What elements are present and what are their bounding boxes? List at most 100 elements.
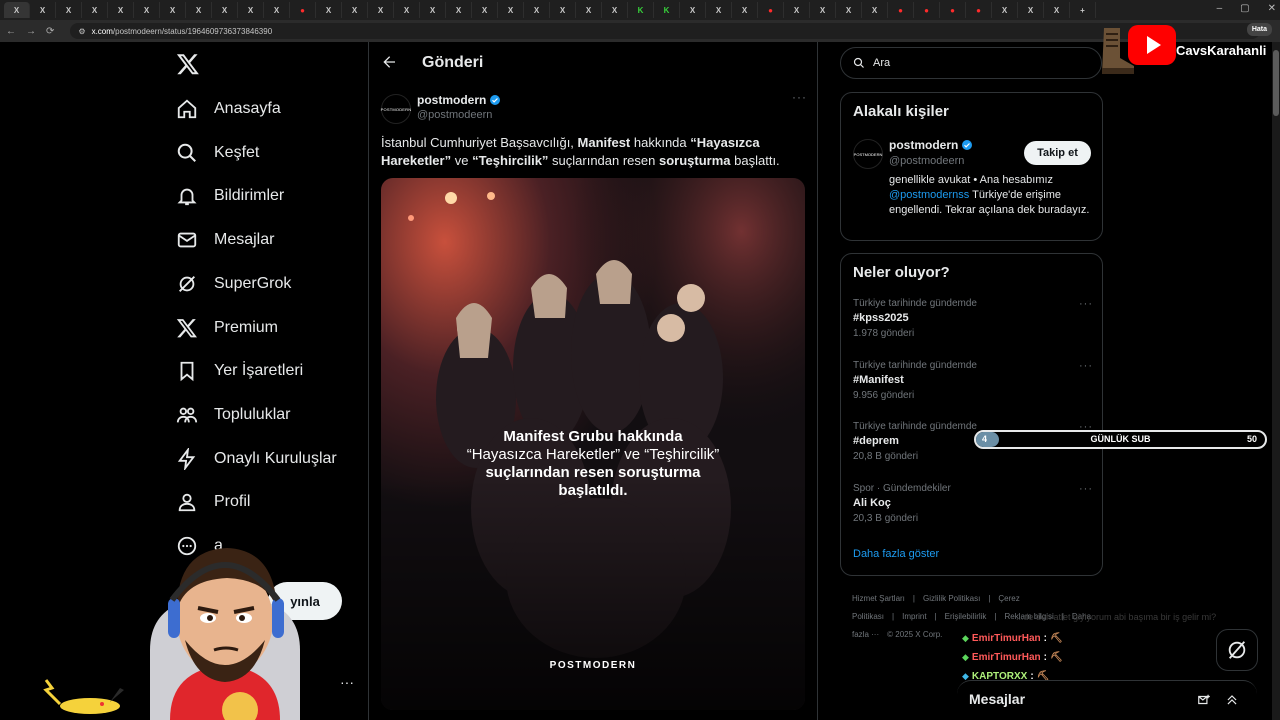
browser-tab[interactable]: K (628, 2, 654, 18)
maximize-icon[interactable]: ▢ (1240, 3, 1249, 14)
nav-item[interactable]: Anasayfa (176, 94, 281, 124)
messages-drawer[interactable]: Mesajlar (957, 680, 1257, 720)
browser-tab[interactable]: X (1018, 2, 1044, 18)
browser-tab[interactable]: ● (290, 2, 316, 18)
browser-tab[interactable]: X (524, 2, 550, 18)
related-handle[interactable]: @postmodeern (889, 155, 964, 167)
browser-tab[interactable]: X (394, 2, 420, 18)
browser-tab[interactable]: X (498, 2, 524, 18)
browser-tab[interactable]: X (108, 2, 134, 18)
minimize-icon[interactable]: – (1217, 3, 1223, 14)
browser-tab[interactable]: ● (758, 2, 784, 18)
trends-title: Neler oluyor? (853, 264, 950, 281)
browser-tab[interactable]: X (992, 2, 1018, 18)
window-controls[interactable]: – ▢ ✕ (1217, 3, 1276, 14)
browser-tab[interactable]: X (784, 2, 810, 18)
browser-tab[interactable]: X (316, 2, 342, 18)
post-image[interactable]: Manifest Grubu hakkında “Hayasızca Harek… (381, 178, 805, 710)
browser-tab[interactable]: K (654, 2, 680, 18)
search-input[interactable]: Ara (840, 47, 1102, 79)
browser-tab[interactable]: X (82, 2, 108, 18)
browser-tab[interactable]: ● (966, 2, 992, 18)
trend-item[interactable]: Türkiye tarihinde gündemde #Manifest 9.956… (853, 360, 1093, 401)
nav-item[interactable]: Onaylı Kuruluşlar (176, 444, 337, 474)
page-scrollbar[interactable] (1272, 42, 1280, 720)
browser-tab[interactable]: + (1070, 2, 1096, 18)
nav-item[interactable]: Mesajlar (176, 225, 274, 255)
browser-tab[interactable]: X (836, 2, 862, 18)
footer-link[interactable]: Imprint (902, 612, 926, 621)
trend-more-icon[interactable]: ··· (1079, 483, 1093, 495)
related-avatar[interactable]: POSTMODERN (853, 139, 883, 169)
browser-tab[interactable]: X (810, 2, 836, 18)
error-badge[interactable]: Hata (1246, 23, 1272, 36)
post-more-icon[interactable]: ··· (792, 90, 807, 104)
follow-button[interactable]: Takip et (1024, 141, 1091, 165)
close-icon[interactable]: ✕ (1268, 3, 1276, 14)
browser-tab[interactable]: X (680, 2, 706, 18)
footer-link[interactable]: Gizlilik Politikası (923, 594, 980, 603)
x-favicon-icon: X (91, 5, 98, 15)
browser-tab[interactable]: X (706, 2, 732, 18)
trend-more-icon[interactable]: ··· (1079, 360, 1093, 372)
browser-tab[interactable]: X (56, 2, 82, 18)
mention-link[interactable]: @postmodernss (889, 189, 969, 201)
browser-tab[interactable]: X (1044, 2, 1070, 18)
browser-tab[interactable]: X (30, 2, 56, 18)
browser-tab[interactable]: ● (940, 2, 966, 18)
browser-tab[interactable]: X (550, 2, 576, 18)
footer-link[interactable]: © 2025 X Corp. (887, 630, 942, 639)
nav-item[interactable]: Topluluklar (176, 400, 290, 430)
author-handle[interactable]: @postmodeern (417, 109, 492, 121)
browser-tab[interactable]: X (368, 2, 394, 18)
nav-item[interactable]: Profil (176, 487, 250, 517)
browser-tab[interactable]: X (862, 2, 888, 18)
browser-tab[interactable]: X (160, 2, 186, 18)
nav-item[interactable]: Premium (176, 313, 278, 343)
browser-tab[interactable]: ● (888, 2, 914, 18)
related-name[interactable]: postmodern (889, 138, 958, 152)
browser-tab[interactable]: X (602, 2, 628, 18)
trend-more-icon[interactable]: ··· (1079, 298, 1093, 310)
browser-tab[interactable]: X (420, 2, 446, 18)
browser-tab[interactable]: X (212, 2, 238, 18)
back-arrow-icon[interactable] (381, 54, 397, 70)
reload-icon[interactable]: ⟳ (46, 26, 54, 37)
author-name[interactable]: postmodern (417, 93, 486, 107)
related-name-row[interactable]: postmodern (889, 138, 973, 152)
nav-item[interactable]: Yer İşaretleri (176, 356, 303, 386)
browser-tab[interactable]: X (186, 2, 212, 18)
browser-tab[interactable]: X (264, 2, 290, 18)
browser-tab[interactable]: X (576, 2, 602, 18)
grok-button[interactable] (1216, 629, 1258, 671)
nav-item[interactable]: Bildirimler (176, 181, 284, 211)
forward-nav-icon[interactable]: → (26, 26, 36, 37)
browser-tab[interactable]: X (134, 2, 160, 18)
expand-chevron-icon[interactable] (1225, 693, 1239, 707)
x-logo-icon[interactable] (176, 52, 200, 76)
url-input[interactable]: ⚙ x.com/postmodeern/status/1964609736373… (70, 23, 1261, 39)
site-info-icon[interactable]: ⚙ (78, 27, 85, 36)
nav-item[interactable]: SuperGrok (176, 269, 291, 299)
footer-link[interactable]: Erişilebilirlik (945, 612, 987, 621)
browser-tab[interactable]: X (732, 2, 758, 18)
trend-item[interactable]: Türkiye tarihinde gündemde #kpss2025 1.978… (853, 298, 1093, 339)
author-name-row[interactable]: postmodern (417, 93, 501, 107)
author-avatar[interactable]: POSTMODERN (381, 94, 411, 124)
footer-link[interactable]: Hizmet Şartları (852, 594, 905, 603)
browser-tab[interactable]: X (472, 2, 498, 18)
new-message-icon[interactable] (1197, 693, 1211, 707)
trend-name: #kpss2025 (853, 312, 909, 324)
browser-tab[interactable]: X (342, 2, 368, 18)
browser-tab[interactable]: X (446, 2, 472, 18)
browser-tab[interactable]: X (238, 2, 264, 18)
browser-tab[interactable]: ● (914, 2, 940, 18)
back-nav-icon[interactable]: ← (6, 26, 16, 37)
nav-item[interactable]: Keşfet (176, 138, 259, 168)
show-more-link[interactable]: Daha fazla göster (853, 548, 939, 560)
trend-item[interactable]: Spor · Gündemdekiler Ali Koç 20,3 B gönder… (853, 483, 1093, 524)
scrollbar-thumb[interactable] (1273, 50, 1279, 116)
nav-item-label: Premium (214, 318, 279, 336)
account-more-icon[interactable]: ··· (340, 674, 354, 690)
browser-tab[interactable]: X (4, 2, 30, 18)
